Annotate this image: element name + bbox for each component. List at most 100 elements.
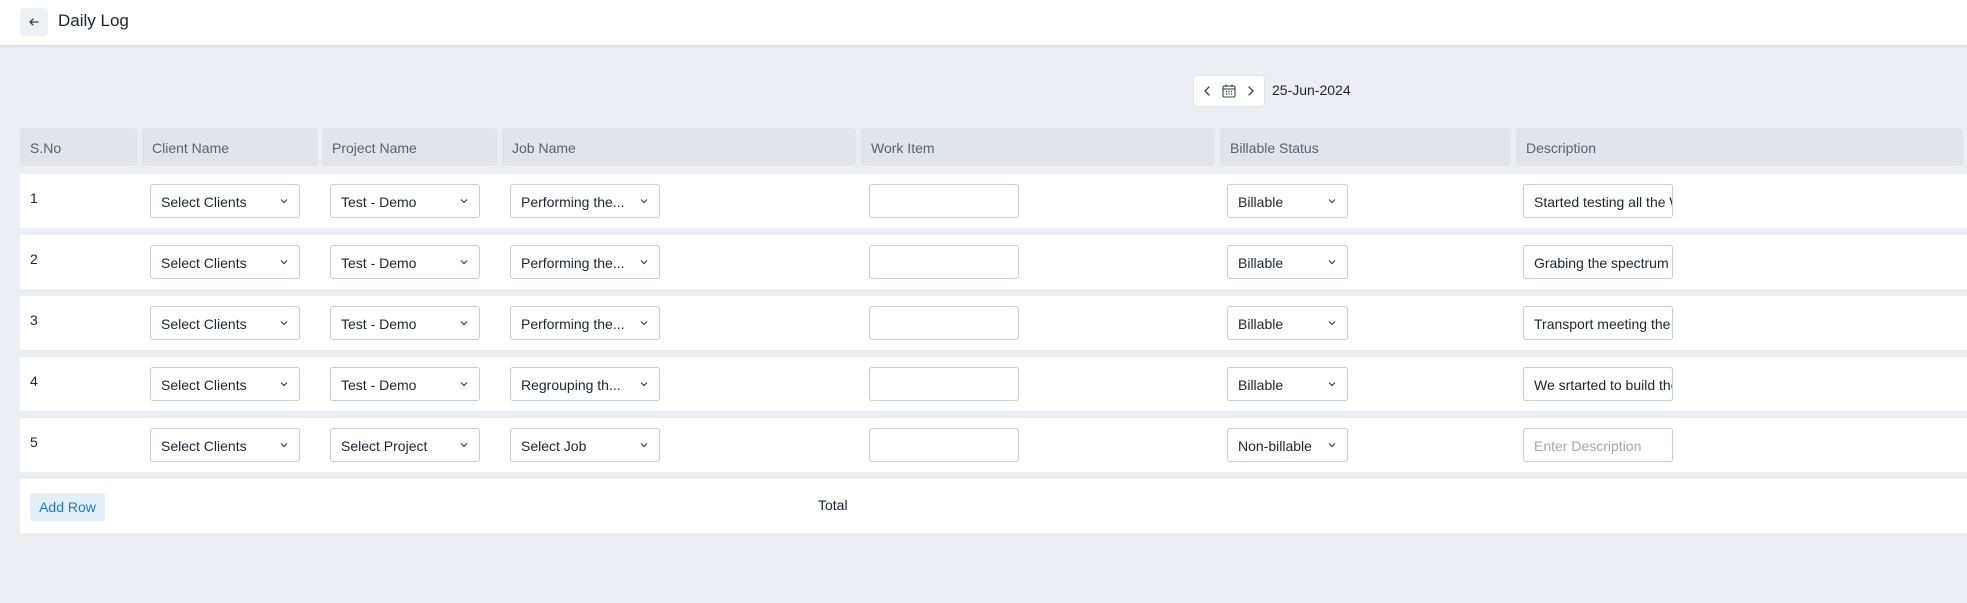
- billable-select-value: Billable: [1238, 377, 1284, 393]
- total-label: Total: [818, 497, 848, 513]
- project-select[interactable]: Select Project: [330, 428, 480, 462]
- chevron-down-icon: [280, 199, 288, 204]
- job-select-value: Regrouping th...: [521, 377, 621, 393]
- date-navigator: [1193, 75, 1265, 107]
- client-select-value: Select Clients: [161, 316, 247, 332]
- chevron-down-icon: [1328, 199, 1336, 204]
- job-select[interactable]: Performing the...: [510, 245, 660, 279]
- row-number: 5: [30, 434, 38, 450]
- chevron-down-icon: [640, 321, 648, 326]
- chevron-down-icon: [280, 443, 288, 448]
- chevron-down-icon: [1328, 382, 1336, 387]
- chevron-right-icon: [1248, 86, 1254, 96]
- billable-select-value: Billable: [1238, 194, 1284, 210]
- column-header-billable: Billable Status: [1220, 128, 1511, 166]
- client-select[interactable]: Select Clients: [150, 428, 300, 462]
- job-select[interactable]: Performing the...: [510, 184, 660, 218]
- client-select-value: Select Clients: [161, 438, 247, 454]
- chevron-down-icon: [460, 199, 468, 204]
- back-button[interactable]: [20, 8, 48, 36]
- job-select-value: Performing the...: [521, 316, 625, 332]
- work-item-input[interactable]: [869, 306, 1019, 340]
- top-header: Daily Log: [0, 0, 1967, 46]
- table-row: 1 Select Clients Test - Demo Performing …: [20, 174, 1967, 228]
- column-header-description: Description: [1516, 128, 1963, 166]
- add-row-button[interactable]: Add Row: [30, 493, 105, 521]
- chevron-down-icon: [1328, 260, 1336, 265]
- billable-select[interactable]: Billable: [1227, 367, 1348, 401]
- project-select[interactable]: Test - Demo: [330, 245, 480, 279]
- client-select[interactable]: Select Clients: [150, 367, 300, 401]
- project-select-value: Select Project: [341, 438, 428, 454]
- chevron-down-icon: [460, 443, 468, 448]
- chevron-down-icon: [460, 382, 468, 387]
- project-select-value: Test - Demo: [341, 194, 417, 210]
- calendar-icon: [1222, 84, 1236, 98]
- client-select[interactable]: Select Clients: [150, 306, 300, 340]
- job-select-value: Performing the...: [521, 255, 625, 271]
- column-header-work-item: Work Item: [861, 128, 1215, 166]
- column-header-job: Job Name: [502, 128, 856, 166]
- chevron-down-icon: [280, 382, 288, 387]
- billable-select-value: Billable: [1238, 316, 1284, 332]
- client-select-value: Select Clients: [161, 377, 247, 393]
- client-select[interactable]: Select Clients: [150, 245, 300, 279]
- column-header-sno: S.No: [20, 128, 137, 166]
- description-input[interactable]: Grabing the spectrum data: [1523, 245, 1673, 279]
- table-row: 3 Select Clients Test - Demo Performing …: [20, 296, 1967, 350]
- job-select-value: Performing the...: [521, 194, 625, 210]
- client-select[interactable]: Select Clients: [150, 184, 300, 218]
- project-select[interactable]: Test - Demo: [330, 306, 480, 340]
- calendar-button[interactable]: [1221, 83, 1237, 99]
- work-item-input[interactable]: [869, 367, 1019, 401]
- project-select-value: Test - Demo: [341, 377, 417, 393]
- billable-select[interactable]: Non-billable: [1227, 428, 1348, 462]
- client-select-value: Select Clients: [161, 255, 247, 271]
- chevron-down-icon: [460, 260, 468, 265]
- table-footer: Add Row Total: [20, 479, 1967, 533]
- row-number: 4: [30, 373, 38, 389]
- work-item-input[interactable]: [869, 428, 1019, 462]
- page-title: Daily Log: [58, 11, 129, 30]
- chevron-down-icon: [1328, 321, 1336, 326]
- description-input[interactable]: Started testing all the WiFi s: [1523, 184, 1673, 218]
- chevron-down-icon: [460, 321, 468, 326]
- table-row: 5 Select Clients Select Project Select J…: [20, 418, 1967, 472]
- job-select[interactable]: Select Job: [510, 428, 660, 462]
- billable-select[interactable]: Billable: [1227, 245, 1348, 279]
- job-select[interactable]: Regrouping th...: [510, 367, 660, 401]
- billable-select-value: Non-billable: [1238, 438, 1312, 454]
- chevron-down-icon: [640, 443, 648, 448]
- billable-select[interactable]: Billable: [1227, 306, 1348, 340]
- project-select[interactable]: Test - Demo: [330, 367, 480, 401]
- row-number: 3: [30, 312, 38, 328]
- chevron-down-icon: [280, 260, 288, 265]
- job-select[interactable]: Performing the...: [510, 306, 660, 340]
- row-number: 1: [30, 190, 38, 206]
- client-select-value: Select Clients: [161, 194, 247, 210]
- chevron-left-icon: [1204, 86, 1210, 96]
- current-date: 25-Jun-2024: [1272, 82, 1351, 98]
- description-input[interactable]: We srtarted to build the con: [1523, 367, 1673, 401]
- table-row: 2 Select Clients Test - Demo Performing …: [20, 235, 1967, 289]
- prev-date-button[interactable]: [1203, 85, 1211, 97]
- project-select-value: Test - Demo: [341, 255, 417, 271]
- column-header-project: Project Name: [322, 128, 497, 166]
- work-item-input[interactable]: [869, 245, 1019, 279]
- next-date-button[interactable]: [1247, 85, 1255, 97]
- work-item-input[interactable]: [869, 184, 1019, 218]
- chevron-down-icon: [1328, 443, 1336, 448]
- job-select-value: Select Job: [521, 438, 587, 454]
- arrow-left-icon: [29, 18, 39, 26]
- billable-select[interactable]: Billable: [1227, 184, 1348, 218]
- row-number: 2: [30, 251, 38, 267]
- billable-select-value: Billable: [1238, 255, 1284, 271]
- table-row: 4 Select Clients Test - Demo Regrouping …: [20, 357, 1967, 411]
- chevron-down-icon: [640, 199, 648, 204]
- project-select-value: Test - Demo: [341, 316, 417, 332]
- chevron-down-icon: [280, 321, 288, 326]
- description-input[interactable]: Transport meeting the custo: [1523, 306, 1673, 340]
- description-input[interactable]: Enter Description: [1523, 428, 1673, 462]
- column-header-client: Client Name: [142, 128, 318, 166]
- project-select[interactable]: Test - Demo: [330, 184, 480, 218]
